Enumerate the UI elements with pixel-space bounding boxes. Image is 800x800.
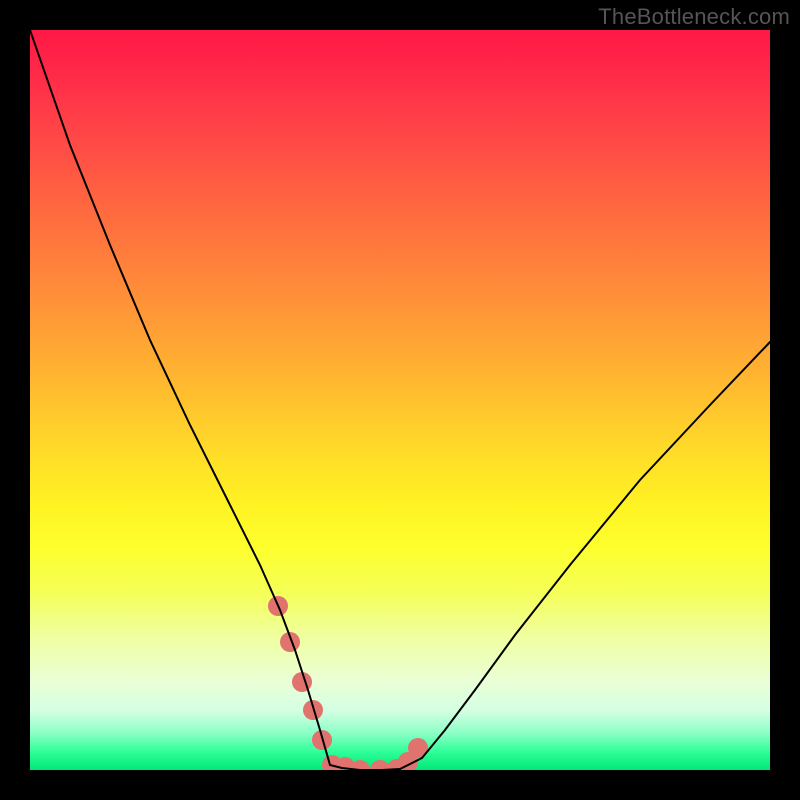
chart-svg xyxy=(30,30,770,770)
attribution-text: TheBottleneck.com xyxy=(598,4,790,30)
bottleneck-curve xyxy=(30,30,770,770)
highlight-dot xyxy=(292,672,312,692)
chart-frame xyxy=(30,30,770,770)
highlight-markers xyxy=(268,596,428,770)
highlight-dot xyxy=(370,760,390,770)
